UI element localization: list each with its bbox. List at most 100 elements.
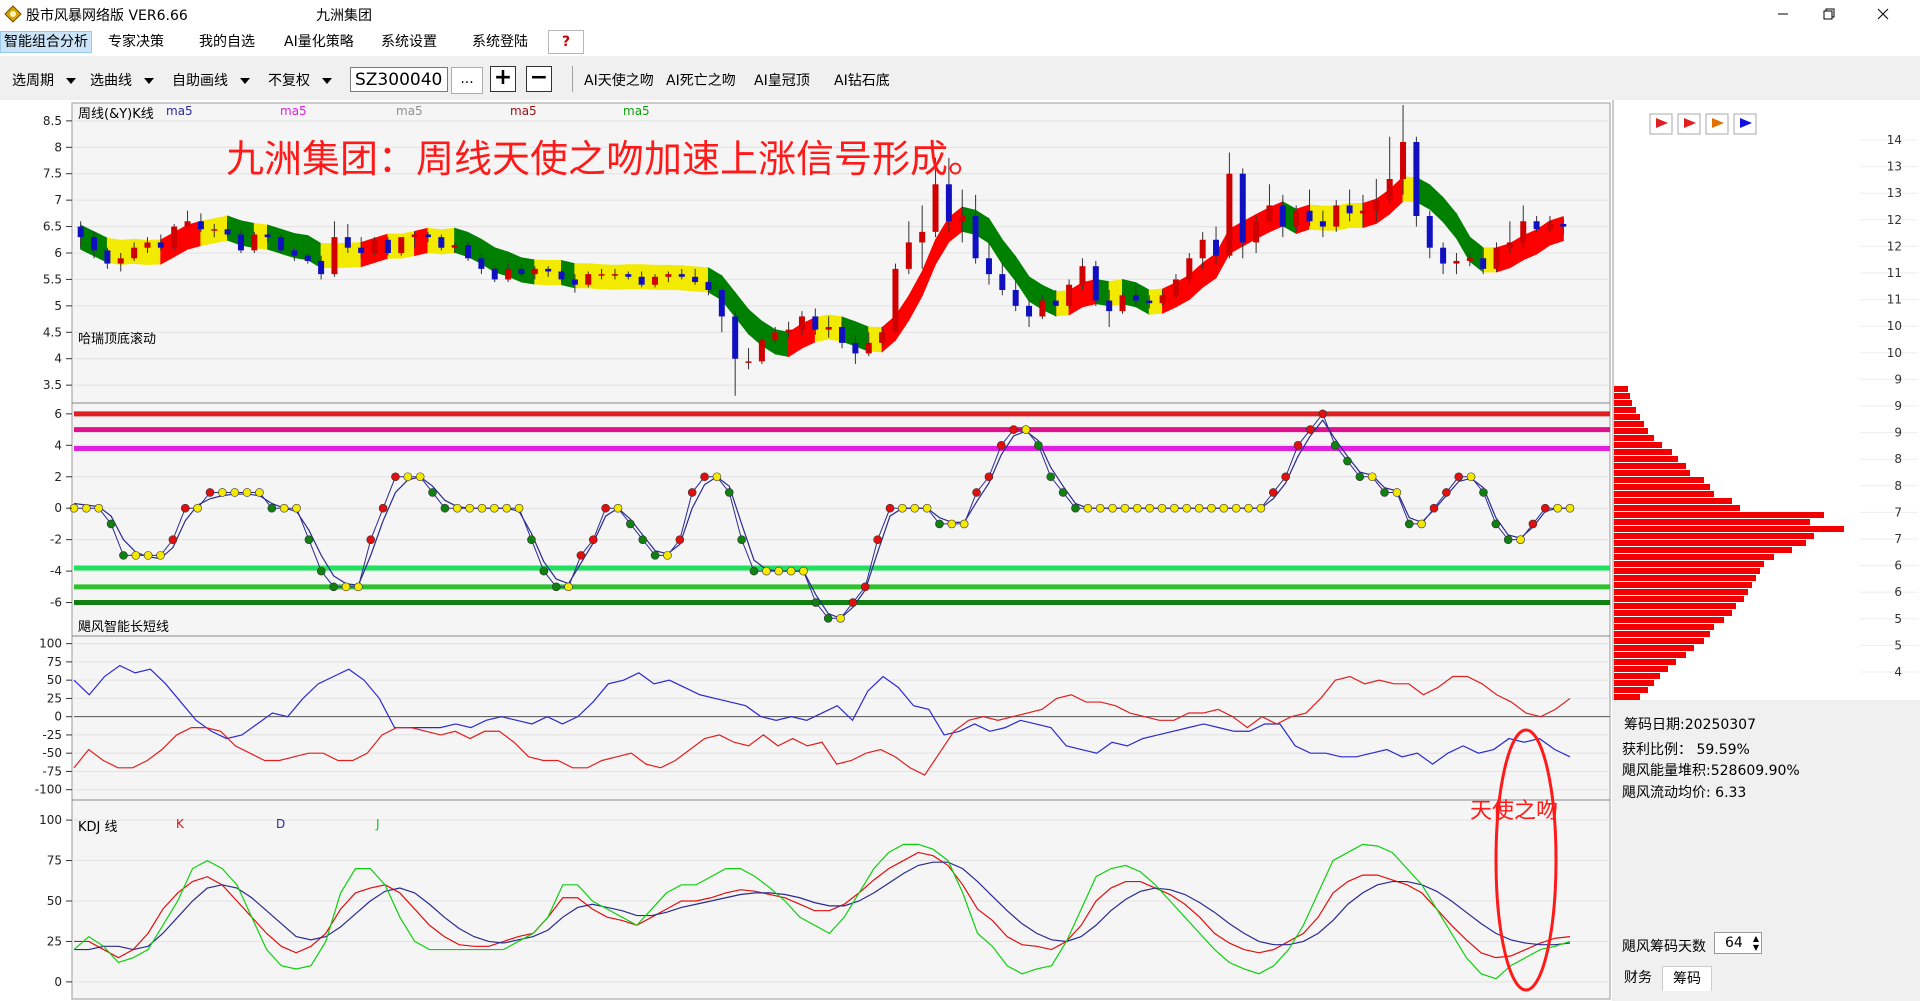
chip-date: 筹码日期:20250307 (1624, 717, 1756, 733)
kdj-panel-title: KDJ 线 (78, 820, 118, 835)
kdj-tick-label: 0 (54, 975, 62, 989)
candle-body (865, 342, 872, 354)
candle-body (1106, 300, 1113, 312)
candle-body (131, 247, 138, 259)
signal-angel-kiss[interactable]: AI天使之吻 (584, 70, 654, 90)
candle-body (705, 282, 712, 290)
hbd-point (119, 551, 128, 560)
candle-body (1092, 266, 1099, 301)
ma-band-segment (667, 264, 683, 291)
hbd-point (255, 488, 264, 497)
hbd-point (354, 582, 363, 592)
flag-blue-icon[interactable] (1733, 113, 1757, 135)
chip-bar (1614, 463, 1686, 469)
hbd-point (1268, 488, 1278, 497)
chip-bar (1614, 568, 1760, 574)
hbd-point (1108, 503, 1117, 513)
menu-watchlist[interactable]: 我的自选 (196, 32, 258, 52)
candle-body (264, 234, 271, 238)
hbd-point (193, 503, 202, 513)
candle-body (1413, 142, 1420, 216)
candle-body (932, 184, 939, 232)
maximize-icon[interactable] (1806, 0, 1852, 28)
chip-days-stepper[interactable]: 64 ▲ ▼ (1714, 932, 1762, 954)
hbd-point (613, 503, 623, 513)
help-button[interactable]: ? (548, 30, 584, 54)
candle-body (411, 234, 418, 238)
candle-body (798, 316, 805, 330)
candle-body (959, 216, 966, 222)
candle-body (1079, 266, 1086, 285)
stock-code-input[interactable]: SZ300040 (350, 67, 448, 92)
chart-area[interactable]: 8.5 8 7.5 7 6.5 6 5.5 5 4.5 4 3.5 6 4 2 0 -2 -4 -6 100 75 50… (0, 100, 1612, 1001)
chip-axis-label: 6 (1894, 585, 1902, 599)
curve-dropdown[interactable]: 选曲线 (90, 70, 154, 89)
period-dropdown[interactable]: 选周期 (12, 70, 76, 89)
candle-body (905, 242, 912, 269)
candle-body (598, 274, 605, 276)
longshort-tick-label: 0 (54, 710, 62, 724)
flag-red-icon[interactable] (1649, 113, 1673, 135)
hbd-point (1442, 488, 1451, 497)
spinner-arrows-icon[interactable]: ▲ ▼ (1753, 934, 1759, 952)
zoom-in-button[interactable]: + (490, 66, 516, 92)
candle-body (839, 327, 846, 343)
hbd-point (675, 535, 685, 544)
more-button[interactable]: ... (451, 67, 483, 94)
hbd-point (724, 488, 734, 497)
chevron-down-icon (322, 78, 332, 84)
minimize-icon[interactable] (1760, 0, 1806, 28)
chip-bar (1614, 477, 1704, 483)
kline-tick-label: 8.5 (43, 114, 62, 128)
menu-smart-analysis[interactable]: 智能组合分析 (0, 31, 92, 53)
menu-system-login[interactable]: 系统登陆 (469, 32, 531, 52)
signal-death-kiss[interactable]: AI死亡之吻 (666, 70, 736, 90)
close-icon[interactable] (1860, 0, 1906, 28)
chip-bar (1614, 428, 1648, 434)
tab-chips[interactable]: 筹码 (1662, 966, 1712, 991)
chart-canvas[interactable]: 8.5 8 7.5 7 6.5 6 5.5 5 4.5 4 3.5 6 4 2 0 -2 -4 -6 100 75 50… (0, 100, 1612, 1001)
flag-orange-icon[interactable] (1705, 113, 1729, 135)
candle-body (304, 255, 311, 261)
hbd-point (440, 503, 450, 513)
hbd-point (774, 566, 784, 576)
hbd-point (131, 551, 141, 560)
chip-bar (1614, 393, 1630, 399)
chip-bar (1614, 533, 1814, 539)
zoom-out-button[interactable]: − (526, 66, 552, 92)
candle-body (1279, 205, 1286, 227)
adjust-dropdown[interactable]: 不复权 (268, 70, 332, 89)
drawing-dropdown[interactable]: 自助画线 (172, 70, 250, 89)
hbd-point (1454, 472, 1464, 482)
kline-tick-label: 6 (54, 246, 62, 260)
candle-body (1052, 300, 1059, 306)
chip-bar (1614, 610, 1732, 616)
flag-multi-icon[interactable] (1677, 113, 1701, 135)
hbd-point (1281, 472, 1290, 482)
tab-finance[interactable]: 财务 (1614, 966, 1662, 990)
hbd-point (588, 535, 598, 544)
candle-body (732, 316, 739, 359)
longshort-tick-label: 50 (47, 673, 62, 687)
menu-ai-quant[interactable]: AI量化策略 (281, 32, 357, 52)
kline-tick-label: 4.5 (43, 325, 62, 339)
signal-crown-top[interactable]: AI皇冠顶 (754, 70, 810, 90)
menu-system-settings[interactable]: 系统设置 (378, 32, 440, 52)
candle-body (585, 274, 592, 285)
candle-body (237, 234, 244, 251)
chip-bar (1614, 547, 1792, 553)
menu-expert-decision[interactable]: 专家决策 (105, 32, 167, 52)
hbd-point (626, 519, 635, 529)
hbd-point (749, 566, 759, 576)
kdj-tick-label: 75 (47, 854, 62, 868)
hbd-point (1392, 488, 1402, 497)
chip-axis-label: 10 (1887, 346, 1902, 360)
candle-body (384, 239, 391, 253)
candle-body (1253, 221, 1260, 243)
candle-body (197, 221, 204, 230)
chip-bar (1614, 694, 1640, 700)
signal-diamond-bottom[interactable]: AI钻石底 (834, 70, 890, 90)
kline-tick-label: 7 (54, 193, 62, 207)
kline-tick-label: 4 (54, 352, 62, 366)
hbd-point (242, 488, 252, 497)
